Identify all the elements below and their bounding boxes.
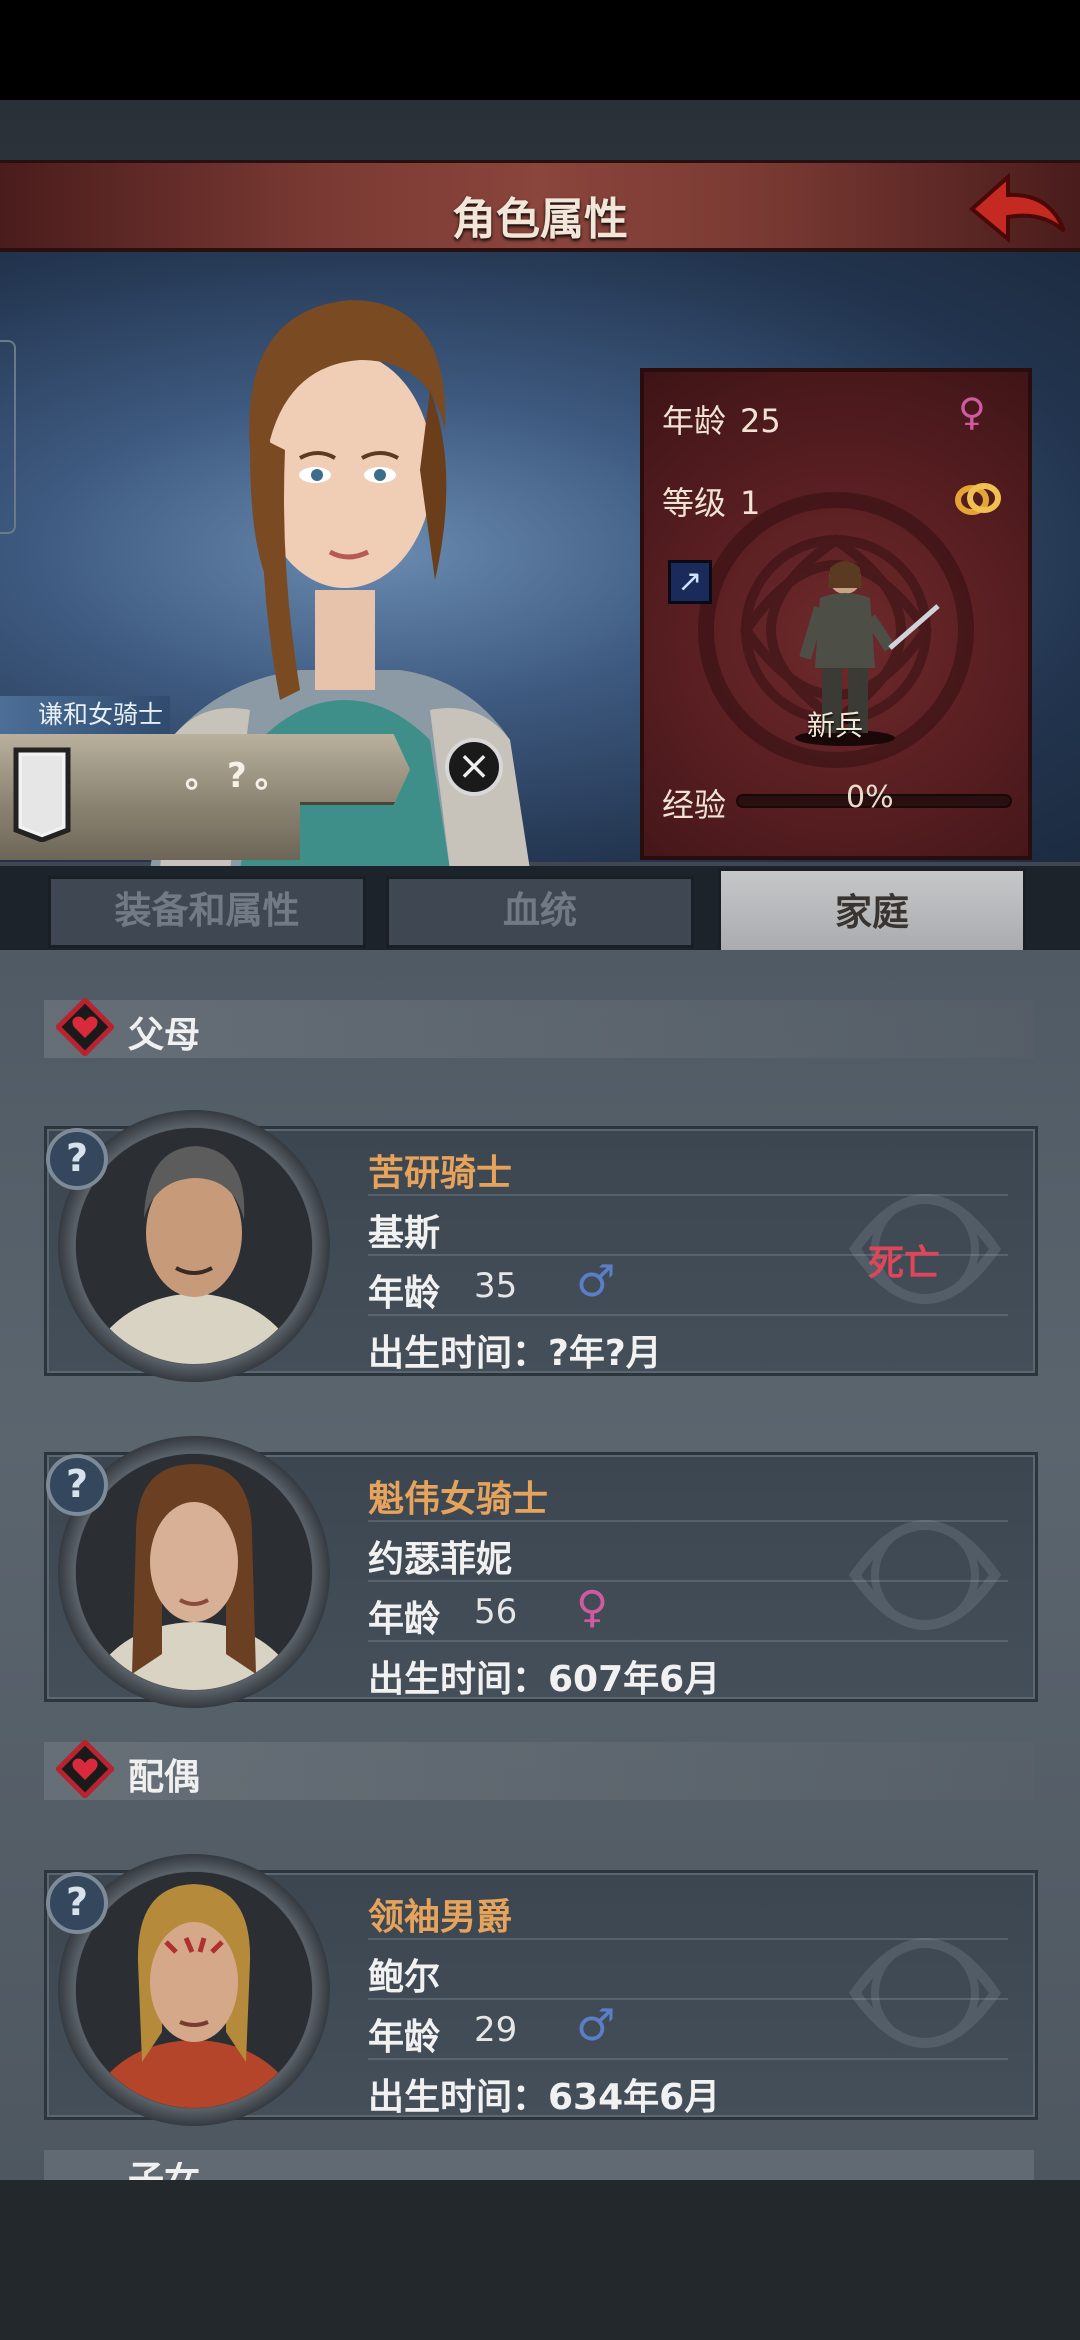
title-bar: 角色属性 xyxy=(0,160,1080,252)
member-portrait[interactable] xyxy=(76,1128,312,1364)
member-birth: 出生时间：607年6月 xyxy=(368,1659,721,1700)
portrait-art xyxy=(76,1454,312,1690)
member-portrait[interactable] xyxy=(76,1872,312,2108)
age-value: 25 xyxy=(740,402,781,440)
back-arrow-icon[interactable] xyxy=(968,171,1068,247)
member-name: 鲍尔 xyxy=(368,1957,441,1998)
divider xyxy=(368,1580,1008,1582)
member-age: 56 xyxy=(474,1592,518,1632)
section-title-children: 子女 xyxy=(128,2162,200,2180)
divider xyxy=(368,1640,1008,1642)
age-stat: 年龄 25 xyxy=(662,396,781,442)
divider xyxy=(368,1194,1008,1196)
unit-rank-label: 新兵 xyxy=(806,709,863,742)
female-icon: ♀ xyxy=(958,390,986,434)
section-title-parents: 父母 xyxy=(128,1015,201,1056)
help-icon[interactable]: ? xyxy=(46,1872,108,1934)
member-portrait[interactable] xyxy=(76,1454,312,1690)
member-title: 领袖男爵 xyxy=(368,1897,513,1938)
divider xyxy=(368,2058,1008,2060)
banner-icon xyxy=(13,747,71,842)
page-title: 角色属性 xyxy=(452,194,628,245)
hero-name-value: 。?。 xyxy=(185,756,297,796)
member-age-label: 年龄 xyxy=(368,1273,441,1314)
member-name: 约瑟菲妮 xyxy=(368,1539,513,1580)
help-icon[interactable]: ? xyxy=(46,1128,108,1190)
divider xyxy=(368,1998,1008,2000)
age-label: 年龄 xyxy=(662,402,727,440)
member-age-label: 年龄 xyxy=(368,1599,441,1640)
portrait-art xyxy=(76,1128,312,1364)
divider xyxy=(368,1314,1008,1316)
hero-title-label: 谦和女骑士 xyxy=(0,696,170,734)
level-value: 1 xyxy=(740,484,761,522)
member-age: 29 xyxy=(474,2010,518,2050)
knot-decoration xyxy=(848,1520,1002,1630)
section-title-spouse: 配偶 xyxy=(128,1757,201,1798)
ring-icon xyxy=(955,483,1001,515)
member-birth: 出生时间：?年?月 xyxy=(368,1333,662,1374)
member-birth: 出生时间：634年6月 xyxy=(368,2077,721,2118)
exp-value: 0% xyxy=(846,780,894,815)
level-stat: 等级 1 xyxy=(662,478,760,524)
knot-decoration xyxy=(848,1938,1002,2048)
help-icon[interactable]: ? xyxy=(46,1454,108,1516)
weapon-type-icon[interactable]: ↗ xyxy=(668,560,712,604)
male-icon: ♂ xyxy=(576,2000,616,2051)
member-age: 35 xyxy=(474,1266,518,1306)
exp-label: 经验 xyxy=(662,786,727,824)
heart-icon xyxy=(56,1740,114,1798)
member-age-label: 年龄 xyxy=(368,2017,441,2058)
divider xyxy=(368,1520,1008,1522)
tab-lineage[interactable]: 血统 xyxy=(386,876,694,948)
female-icon: ♀ xyxy=(576,1582,609,1633)
divider xyxy=(368,1938,1008,1940)
status-dead-label: 死亡 xyxy=(868,1243,941,1284)
member-title: 魁伟女骑士 xyxy=(368,1479,549,1520)
clear-name-button[interactable]: × xyxy=(445,738,503,796)
tab-family[interactable]: 家庭 xyxy=(718,868,1026,956)
bottom-bar xyxy=(0,2180,1080,2340)
male-icon: ♂ xyxy=(576,1256,616,1307)
status-bar-area xyxy=(0,0,1080,100)
tab-equipment-attributes[interactable]: 装备和属性 xyxy=(48,876,366,948)
side-drawer-handle[interactable] xyxy=(0,340,16,534)
heart-icon xyxy=(56,998,114,1056)
member-name: 基斯 xyxy=(368,1213,441,1254)
member-title: 苦研骑士 xyxy=(368,1153,513,1194)
level-label: 等级 xyxy=(662,484,727,522)
portrait-art xyxy=(76,1872,312,2108)
